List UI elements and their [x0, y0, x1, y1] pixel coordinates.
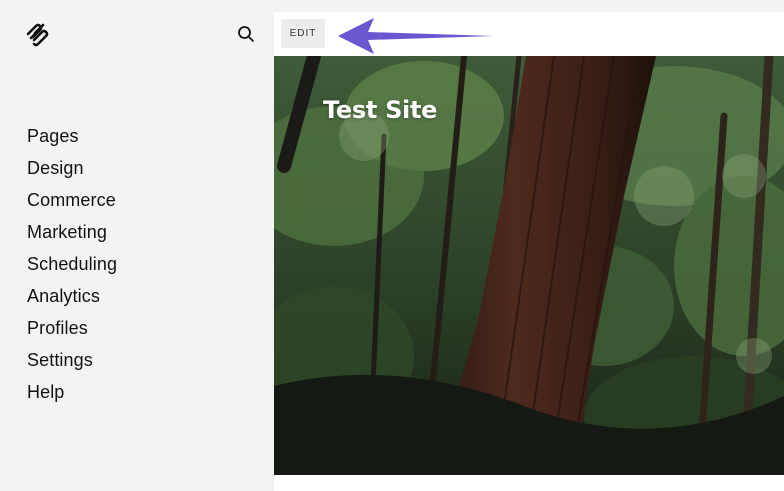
annotation-arrow-icon	[338, 18, 494, 54]
main-nav: Pages Design Commerce Marketing Scheduli…	[27, 122, 117, 410]
nav-item-pages[interactable]: Pages	[27, 122, 117, 154]
nav-item-help[interactable]: Help	[27, 378, 117, 410]
nav-item-marketing[interactable]: Marketing	[27, 218, 117, 250]
nav-item-analytics[interactable]: Analytics	[27, 282, 117, 314]
nav-item-design[interactable]: Design	[27, 154, 117, 186]
nav-item-profiles[interactable]: Profiles	[27, 314, 117, 346]
nav-item-scheduling[interactable]: Scheduling	[27, 250, 117, 282]
edit-button[interactable]: EDIT	[281, 19, 325, 48]
site-title: Test Site	[323, 96, 438, 124]
sidebar: Pages Design Commerce Marketing Scheduli…	[0, 0, 274, 491]
nav-item-settings[interactable]: Settings	[27, 346, 117, 378]
site-preview: EDIT Test Site	[274, 12, 784, 491]
search-icon[interactable]	[236, 24, 256, 44]
squarespace-logo-icon[interactable]	[24, 22, 50, 48]
hero-image: Test Site	[274, 56, 784, 475]
nav-item-commerce[interactable]: Commerce	[27, 186, 117, 218]
